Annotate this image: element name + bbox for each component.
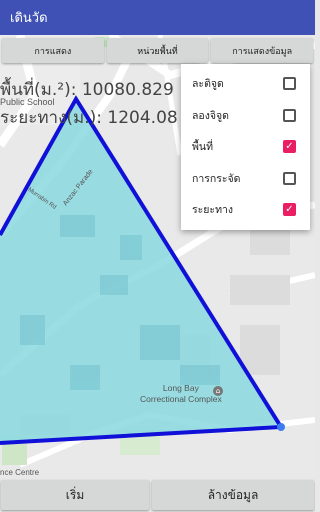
app-title: เดินวัด [10, 11, 48, 26]
map-poi-label: Long Bay Correctional Complex [140, 383, 222, 405]
poi-marker-icon[interactable]: ⌂ [213, 386, 223, 396]
area-checkbox[interactable] [283, 140, 296, 154]
area-readout: พื้นที่(ม.²): 10080.829 [0, 80, 174, 100]
display-button[interactable]: การแสดง [2, 38, 104, 63]
menu-item-distance[interactable]: ระยะทาง [181, 194, 310, 226]
distance-checkbox[interactable] [283, 203, 296, 217]
app-root: เดินวัด Public School Anzac Parade Murra… [0, 0, 315, 512]
distance-readout: ระยะทาง(ม.): 1204.08 [0, 108, 178, 128]
menu-item-displacement[interactable]: การกระจัด [181, 163, 310, 195]
map-poi-line-1: Long Bay [162, 383, 199, 393]
bottom-bar: เริ่ม ล้างข้อมูล [0, 477, 315, 512]
display-data-button[interactable]: การแสดงข้อมูล [211, 38, 314, 63]
latitude-checkbox[interactable] [283, 77, 296, 91]
menu-item-label: ลองจิจูด [192, 109, 229, 122]
menu-item-area[interactable]: พื้นที่ [181, 131, 310, 163]
menu-item-longitude[interactable]: ลองจิจูด [181, 100, 310, 132]
menu-item-label: การกระจัด [192, 172, 241, 185]
longitude-checkbox[interactable] [283, 108, 296, 122]
displacement-checkbox[interactable] [283, 171, 296, 185]
toolbar: การแสดง หน่วยพื้นที่ การแสดงข้อมูล [0, 38, 315, 65]
menu-item-label: ระยะทาง [192, 204, 234, 217]
start-button[interactable]: เริ่ม [1, 480, 149, 510]
app-bar: เดินวัด [0, 0, 315, 35]
clear-data-button[interactable]: ล้างข้อมูล [152, 480, 314, 510]
menu-item-label: พื้นที่ [192, 141, 214, 154]
area-unit-button[interactable]: หน่วยพื้นที่ [106, 38, 209, 63]
map-poi-line-2: Correctional Complex [140, 394, 222, 404]
menu-item-latitude[interactable]: ละติจูด [181, 68, 310, 100]
map-label-bottom-left: nce Centre [0, 468, 40, 477]
display-data-menu: ละติจูด ลองจิจูด พื้นที่ การกระจัด ระยะท… [181, 64, 310, 230]
menu-item-label: ละติจูด [192, 78, 224, 91]
